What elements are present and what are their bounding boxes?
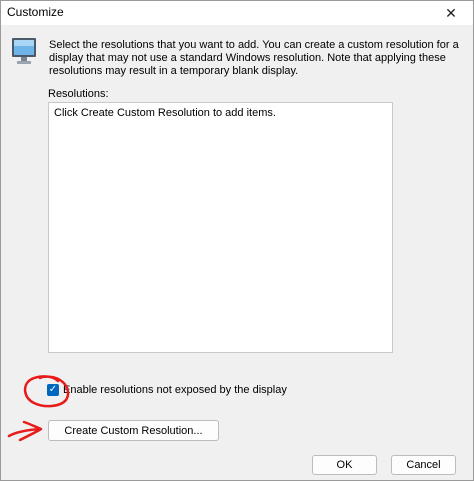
enable-resolutions-checkbox[interactable]: ✓: [47, 384, 59, 396]
resolutions-placeholder: Click Create Custom Resolution to add it…: [54, 107, 276, 119]
description-text: Select the resolutions that you want to …: [49, 39, 459, 77]
enable-resolutions-label: Enable resolutions not exposed by the di…: [63, 384, 287, 396]
checkmark-icon: ✓: [48, 384, 58, 395]
resolutions-list[interactable]: Click Create Custom Resolution to add it…: [48, 102, 393, 353]
create-custom-resolution-button[interactable]: Create Custom Resolution...: [48, 420, 219, 441]
title-bar: Customize ✕: [1, 1, 473, 25]
window-title: Customize: [7, 5, 64, 19]
cancel-button[interactable]: Cancel: [391, 455, 456, 475]
ok-button[interactable]: OK: [312, 455, 377, 475]
enable-resolutions-row[interactable]: ✓ Enable resolutions not exposed by the …: [47, 384, 287, 396]
resolutions-label: Resolutions:: [48, 88, 109, 100]
close-button[interactable]: ✕: [429, 1, 473, 25]
monitor-icon: [12, 38, 36, 64]
customize-dialog: Customize ✕ Select the resolutions that …: [0, 0, 474, 481]
close-icon: ✕: [445, 4, 457, 21]
